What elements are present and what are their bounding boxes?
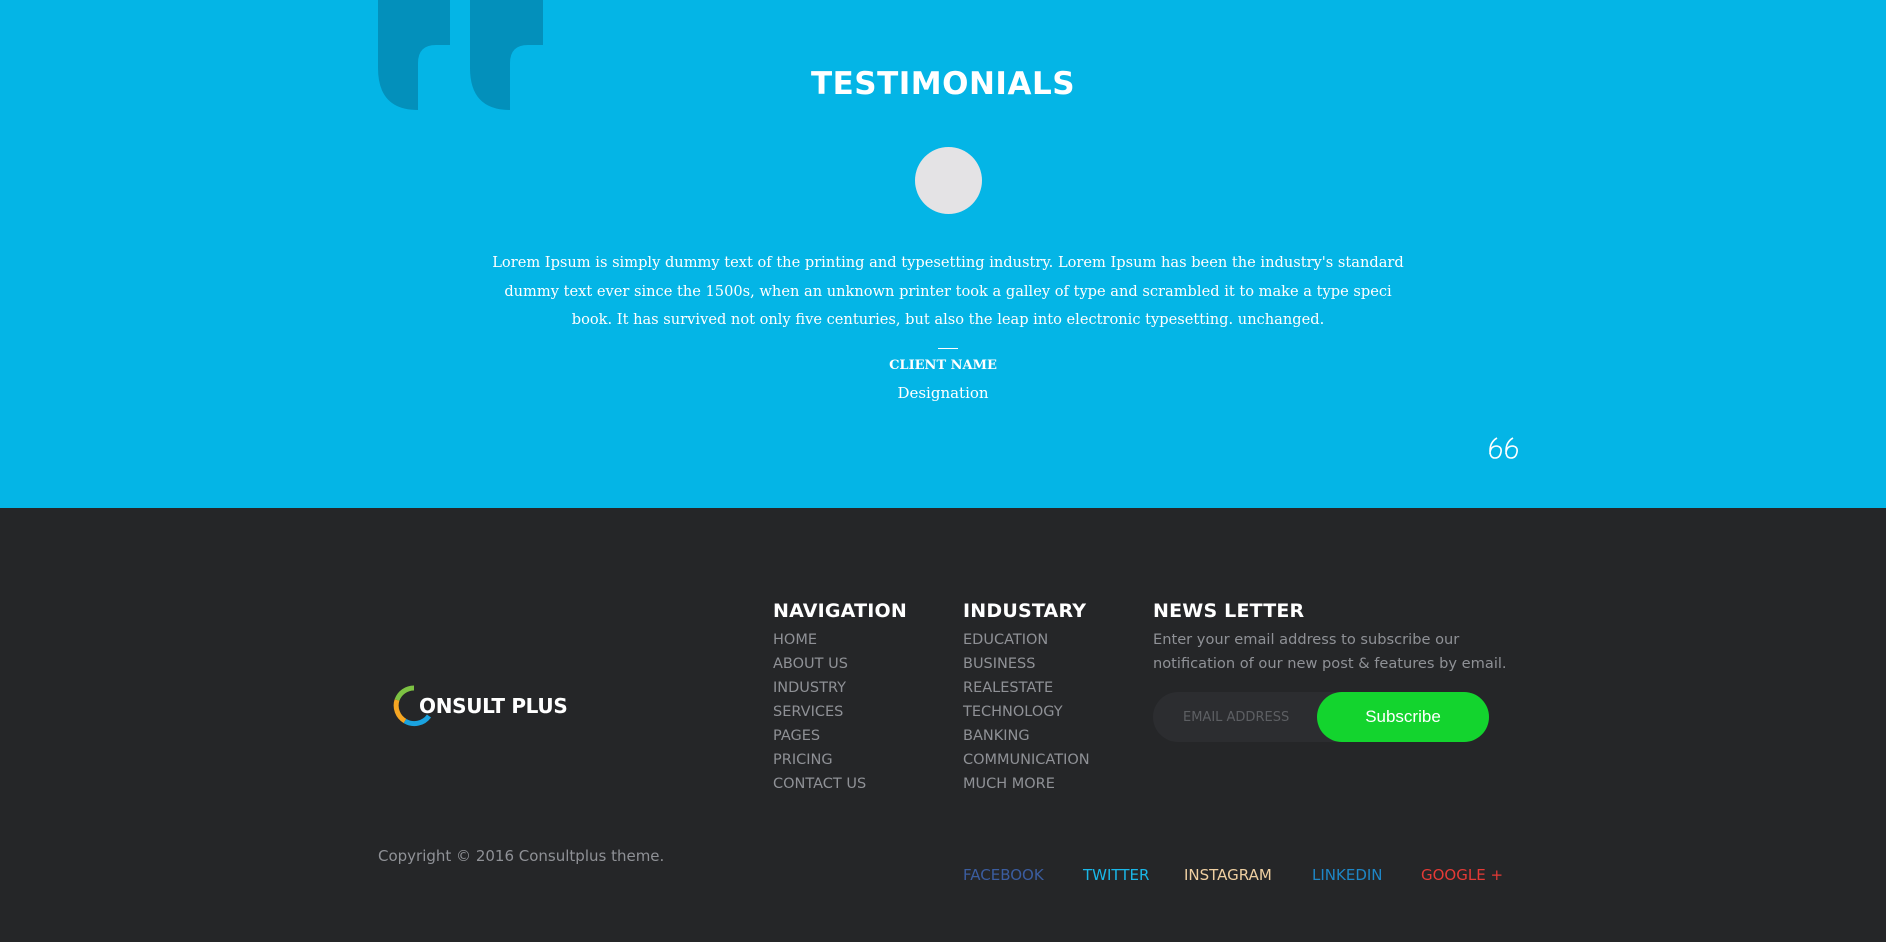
linkedin-link[interactable]: LINKEDIN xyxy=(1312,866,1383,884)
industry-link-business[interactable]: BUSINESS xyxy=(963,652,1090,676)
nav-link-pages[interactable]: PAGES xyxy=(773,724,907,748)
industry-link-education[interactable]: EDUCATION xyxy=(963,628,1090,652)
facebook-link[interactable]: FACEBOOK xyxy=(963,866,1044,884)
nav-link-home[interactable]: HOME xyxy=(773,628,907,652)
client-avatar xyxy=(915,147,982,214)
industry-link-much-more[interactable]: MUCH MORE xyxy=(963,772,1090,796)
subscribe-form: Subscribe xyxy=(1153,692,1489,742)
client-name: CLIENT NAME xyxy=(889,358,997,373)
navigation-title: NAVIGATION xyxy=(773,600,907,622)
newsletter-title: NEWS LETTER xyxy=(1153,600,1305,622)
instagram-link[interactable]: INSTAGRAM xyxy=(1184,866,1272,884)
footer-industry: INDUSTARY EDUCATION BUSINESS REALESTATE … xyxy=(963,600,1090,796)
industry-link-technology[interactable]: TECHNOLOGY xyxy=(963,700,1090,724)
testimonials-title: TESTIMONIALS xyxy=(810,66,1076,102)
nav-link-about[interactable]: ABOUT US xyxy=(773,652,907,676)
industry-link-realestate[interactable]: REALESTATE xyxy=(963,676,1090,700)
nav-link-industry[interactable]: INDUSTRY xyxy=(773,676,907,700)
nav-link-contact[interactable]: CONTACT US xyxy=(773,772,907,796)
nav-link-services[interactable]: SERVICES xyxy=(773,700,907,724)
testimonial-text: Lorem Ipsum is simply dummy text of the … xyxy=(492,254,1404,328)
industry-link-banking[interactable]: BANKING xyxy=(963,724,1090,748)
footer-navigation: NAVIGATION HOME ABOUT US INDUSTRY SERVIC… xyxy=(773,600,907,796)
newsletter-description-line2: notification of our new post & features … xyxy=(1153,655,1507,672)
copyright: Copyright © 2016 Consultplus theme. xyxy=(378,847,665,865)
client-designation: Designation xyxy=(897,384,989,402)
footer xyxy=(0,508,1886,942)
google-plus-link[interactable]: GOOGLE + xyxy=(1421,866,1503,884)
brand-logo[interactable]: ONSULT PLUS xyxy=(393,684,568,728)
subscribe-button[interactable]: Subscribe xyxy=(1317,692,1489,742)
quote-small-icon[interactable] xyxy=(1487,434,1521,460)
industry-title: INDUSTARY xyxy=(963,600,1087,622)
email-input[interactable] xyxy=(1153,692,1343,742)
logo-text: ONSULT PLUS xyxy=(419,694,568,718)
divider xyxy=(938,348,958,349)
industry-link-communication[interactable]: COMMUNICATION xyxy=(963,748,1090,772)
newsletter-description-line1: Enter your email address to subscribe ou… xyxy=(1153,631,1460,648)
twitter-link[interactable]: TWITTER xyxy=(1083,866,1149,884)
nav-link-pricing[interactable]: PRICING xyxy=(773,748,907,772)
testimonials-section: TESTIMONIALS Lorem Ipsum is simply dummy… xyxy=(0,0,1886,508)
footer-newsletter: NEWS LETTER Enter your email address to … xyxy=(1153,600,1513,676)
